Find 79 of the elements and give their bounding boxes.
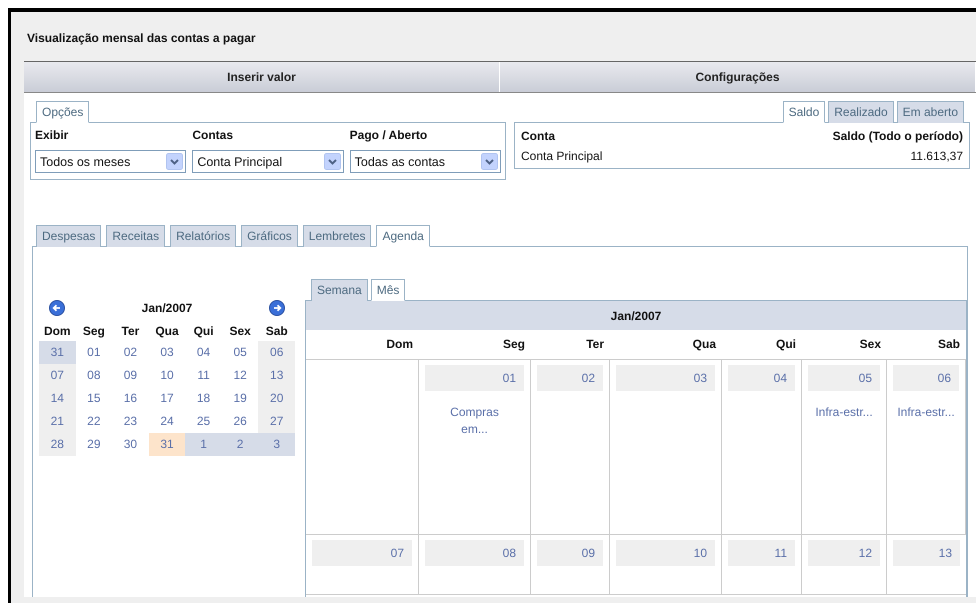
previous-month-icon[interactable] bbox=[49, 300, 65, 316]
dropdown[interactable]: Conta Principal bbox=[192, 150, 344, 173]
calendar-day[interactable]: 28 bbox=[39, 433, 76, 456]
weekday-label: Qua bbox=[154, 323, 180, 340]
next-month-icon[interactable] bbox=[269, 300, 285, 316]
view-tab[interactable]: Semana bbox=[311, 279, 368, 301]
weekday-label: Dom bbox=[42, 323, 72, 340]
month-title: Jan/2007 bbox=[610, 308, 662, 322]
calendar-cell[interactable]: 10 bbox=[610, 535, 722, 595]
day-number: 13 bbox=[893, 540, 960, 566]
day-number: 05 bbox=[808, 365, 880, 391]
day-number: 06 bbox=[893, 365, 959, 391]
day-number: 04 bbox=[728, 365, 795, 391]
chevron-down-icon bbox=[480, 153, 498, 170]
calendar-day[interactable]: 31 bbox=[39, 341, 76, 364]
day-number: 07 bbox=[312, 540, 412, 566]
day-number: 02 bbox=[537, 365, 603, 391]
field-label: Exibir bbox=[35, 127, 70, 144]
dropdown[interactable]: Todas as contas bbox=[350, 150, 501, 173]
calendar-cell[interactable]: 03 bbox=[610, 360, 722, 535]
calendar-cell[interactable] bbox=[306, 360, 419, 535]
main-tab[interactable]: Despesas bbox=[36, 225, 102, 247]
calendar-cell[interactable]: 05 Infra-estr... bbox=[802, 360, 887, 535]
options-tab[interactable]: Opções bbox=[36, 101, 90, 123]
day-number: 03 bbox=[616, 365, 715, 391]
calendar-day[interactable]: 13 bbox=[258, 364, 295, 387]
balance-tab[interactable]: Em aberto bbox=[896, 101, 964, 123]
calendar-day[interactable]: 20 bbox=[258, 387, 295, 410]
calendar-cell[interactable]: 01 Compras em... bbox=[419, 360, 531, 535]
section-header[interactable]: Inserir valor bbox=[24, 62, 500, 92]
main-tab[interactable]: Agenda bbox=[376, 225, 430, 247]
field-label: Contas bbox=[192, 127, 234, 144]
column-header: Saldo (Todo o período) bbox=[832, 128, 964, 145]
main-tab[interactable]: Relatórios bbox=[170, 225, 236, 247]
calendar-cell[interactable]: 09 bbox=[531, 535, 610, 595]
day-number: 08 bbox=[425, 540, 524, 566]
day-number: 09 bbox=[537, 540, 603, 566]
chevron-down-icon bbox=[166, 153, 184, 170]
view-tab[interactable]: Mês bbox=[370, 279, 406, 301]
calendar-day[interactable]: 06 bbox=[258, 341, 295, 364]
chevron-down-icon bbox=[324, 153, 341, 170]
calendar-cell[interactable]: 11 bbox=[722, 535, 802, 595]
day-number: 10 bbox=[616, 540, 715, 566]
calendar-cell[interactable]: 02 bbox=[531, 360, 610, 535]
weekday-label: Qui bbox=[192, 323, 215, 340]
dropdown[interactable]: Todos os meses bbox=[35, 150, 186, 173]
weekday-label: Sab bbox=[264, 323, 289, 340]
calendar-day[interactable]: 27 bbox=[258, 410, 295, 433]
calendar-day[interactable]: 1 bbox=[185, 433, 222, 456]
calendar-event[interactable]: Infra-estr... bbox=[815, 391, 873, 422]
day-number: 12 bbox=[808, 540, 880, 566]
section-header[interactable]: Configurações bbox=[500, 62, 976, 92]
weekday-label: Seg bbox=[82, 323, 106, 340]
calendar-cell[interactable]: 08 bbox=[419, 535, 531, 595]
calendar-day[interactable]: 2 bbox=[222, 433, 258, 456]
main-tab[interactable]: Gráficos bbox=[241, 225, 298, 247]
calendar-day[interactable]: 31 bbox=[148, 433, 186, 456]
weekday-label: Sex bbox=[228, 323, 252, 340]
page-title: Visualização mensal das contas a pagar bbox=[26, 30, 257, 47]
calendar-event[interactable]: Infra-estr... bbox=[897, 391, 955, 422]
calendar-day[interactable]: 07 bbox=[39, 364, 76, 387]
column-header: Conta bbox=[520, 128, 556, 145]
calendar-cell[interactable]: 07 bbox=[306, 535, 419, 595]
balance-tab[interactable]: Saldo bbox=[782, 101, 826, 123]
calendar-day[interactable]: 14 bbox=[39, 387, 76, 410]
calendar-cell[interactable]: 04 bbox=[722, 360, 802, 535]
calendar-day[interactable]: 21 bbox=[39, 410, 76, 433]
day-number: 01 bbox=[425, 365, 524, 391]
month-title: Jan/2007 bbox=[142, 301, 192, 315]
calendar-cell[interactable]: 12 bbox=[802, 535, 887, 595]
main-tab[interactable]: Receitas bbox=[106, 225, 166, 247]
weekday-label: Ter bbox=[120, 323, 140, 340]
field-label: Pago / Aberto bbox=[350, 127, 428, 144]
calendar-event[interactable]: Compras em... bbox=[446, 391, 504, 439]
calendar-day[interactable]: 3 bbox=[258, 433, 295, 456]
balance-tab[interactable]: Realizado bbox=[828, 101, 894, 123]
calendar-cell[interactable]: 06 Infra-estr... bbox=[887, 360, 966, 535]
day-number: 11 bbox=[728, 540, 795, 566]
main-tab[interactable]: Lembretes bbox=[302, 225, 372, 247]
